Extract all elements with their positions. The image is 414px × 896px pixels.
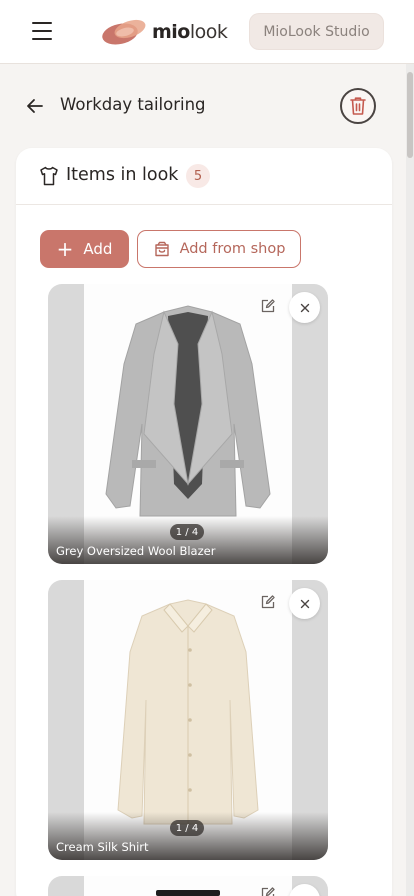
delete-look-button[interactable] [340, 88, 376, 124]
edit-icon[interactable] [256, 882, 280, 896]
close-icon [300, 599, 309, 608]
edit-icon[interactable] [256, 294, 280, 318]
remove-item-button[interactable] [289, 884, 320, 896]
item-card[interactable] [48, 876, 328, 896]
shopping-bag-icon [154, 241, 169, 257]
add-from-shop-button[interactable]: Add from shop [137, 230, 301, 268]
scrollbar-thumb[interactable] [407, 72, 413, 158]
remove-item-button[interactable] [289, 292, 320, 323]
item-name: Cream Silk Shirt [56, 840, 149, 854]
logo[interactable]: miolook [100, 16, 228, 48]
plus-icon: + [56, 237, 74, 261]
scrollbar-track[interactable] [406, 64, 414, 896]
add-from-shop-label: Add from shop [179, 241, 286, 257]
logo-text: miolook [152, 21, 228, 43]
logo-text-bold: mio [152, 21, 190, 43]
trash-icon [350, 97, 366, 115]
page-title: Workday tailoring [60, 95, 206, 114]
add-item-label: Add [83, 240, 113, 258]
item-count-badge: 5 [186, 164, 210, 188]
studio-button[interactable]: MioLook Studio [249, 13, 384, 50]
logo-icon [102, 19, 146, 45]
add-item-button[interactable]: + Add [40, 230, 129, 268]
hamburger-icon[interactable] [32, 22, 52, 40]
image-counter: 1 / 4 [170, 524, 204, 540]
shirt-icon [40, 166, 58, 186]
edit-icon[interactable] [256, 590, 280, 614]
image-counter: 1 / 4 [170, 820, 204, 836]
panel-header: Items in look 5 [16, 148, 392, 205]
panel-title: Items in look [66, 165, 179, 185]
item-name: Grey Oversized Wool Blazer [56, 544, 216, 558]
remove-item-button[interactable] [289, 588, 320, 619]
close-icon [300, 303, 309, 312]
back-arrow-icon[interactable] [24, 95, 46, 117]
item-card[interactable]: 1 / 4 Grey Oversized Wool Blazer [48, 284, 328, 564]
page-header: Workday tailoring [0, 84, 406, 128]
item-card[interactable]: 1 / 4 Cream Silk Shirt [48, 580, 328, 860]
top-bar: miolook MioLook Studio [0, 0, 414, 64]
logo-text-light: look [189, 21, 228, 43]
